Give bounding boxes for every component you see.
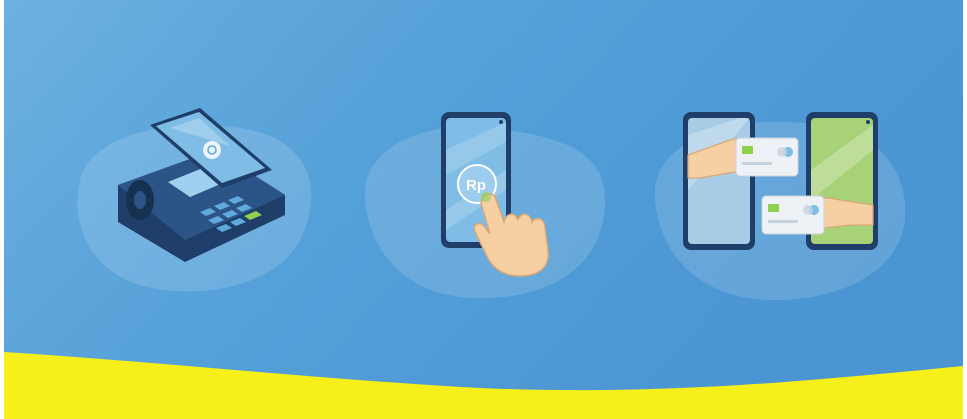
rupiah-coin-label: Rp	[466, 177, 486, 194]
payment-banner: Rp	[0, 0, 967, 419]
banner-illustration: Rp	[4, 0, 963, 419]
left-phone-icon	[683, 112, 755, 250]
